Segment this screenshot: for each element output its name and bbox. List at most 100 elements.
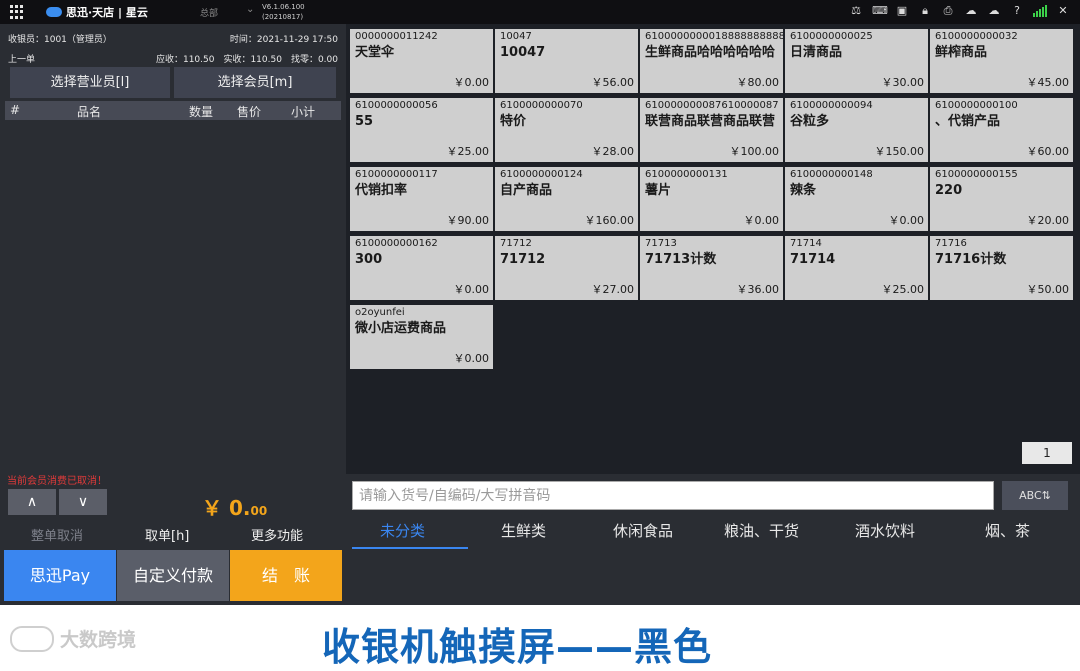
custom-payment-button[interactable]: 自定义付款	[117, 550, 229, 601]
more-functions-button[interactable]: 更多功能	[251, 525, 303, 544]
signal-icon	[1033, 5, 1047, 17]
watermark-text: 大数跨境	[60, 629, 137, 651]
category-tab-grain-oil[interactable]: 粮油、干货	[724, 520, 799, 541]
category-tab-drinks[interactable]: 酒水饮料	[855, 520, 915, 541]
product-code: 6100000000025	[790, 31, 873, 42]
version-info: V6.1.06.100 (20210817)	[262, 2, 305, 22]
product-code: 0000000011242	[355, 31, 438, 42]
last-order-amounts: 应收：110.50 实收：110.50 找零：0.00	[155, 55, 338, 65]
product-price: ￥150.00	[874, 145, 925, 158]
product-price: ￥45.00	[1026, 76, 1070, 89]
product-name: 55	[355, 114, 374, 129]
product-code: 71716	[935, 238, 967, 249]
scroll-up-button[interactable]: ∧	[8, 489, 56, 515]
take-order-button[interactable]: 取单[h]	[145, 525, 189, 544]
product-price: ￥160.00	[584, 214, 635, 227]
product-tile[interactable]: 71714 71714 ￥25.00	[785, 236, 928, 300]
cloud-logo-icon	[46, 7, 62, 17]
product-price: ￥60.00	[1026, 145, 1070, 158]
app-menu-icon[interactable]	[10, 5, 24, 19]
product-price: ￥50.00	[1026, 283, 1070, 296]
cloud-download-icon[interactable]: ☁	[987, 4, 1001, 18]
category-tab-tobacco-tea[interactable]: 烟、茶	[985, 520, 1030, 541]
weight-scale-icon[interactable]: ⚖	[849, 4, 863, 18]
product-tile[interactable]: 610000000001888888888888 生鲜商品哈哈哈哈哈哈 ￥80.00	[640, 29, 783, 93]
product-code: 6100000000032	[935, 31, 1018, 42]
close-icon[interactable]: ✕	[1056, 4, 1070, 18]
cash-drawer-icon[interactable]: ▣	[895, 4, 909, 18]
version-number: V6.1.06.100	[262, 3, 305, 11]
lock-icon[interactable]: 🔒︎	[918, 4, 932, 18]
product-tile[interactable]: 71713 71713计数 ￥36.00	[640, 236, 783, 300]
product-price: ￥0.00	[453, 283, 490, 296]
col-name: 品名	[77, 105, 102, 119]
select-salesperson-button[interactable]: 选择营业员[l]	[10, 67, 170, 98]
product-price: ￥0.00	[888, 214, 925, 227]
keyboard-icon[interactable]: ⌨	[872, 4, 888, 18]
product-tile[interactable]: 6100000000117 代销扣率 ￥90.00	[350, 167, 493, 231]
store-selector[interactable]: 总部	[200, 6, 218, 19]
col-index: #	[10, 103, 21, 117]
product-tile[interactable]: 10047 10047 ￥56.00	[495, 29, 638, 93]
product-tile[interactable]: 6100000000148 辣条 ￥0.00	[785, 167, 928, 231]
product-tile[interactable]: 6100000000032 鲜榨商品 ￥45.00	[930, 29, 1073, 93]
product-tile[interactable]: 6100000000070 特价 ￥28.00	[495, 98, 638, 162]
product-tile[interactable]: 6100000000131 薯片 ￥0.00	[640, 167, 783, 231]
product-name: 代销扣率	[355, 183, 408, 198]
product-code: 6100000000094	[790, 100, 873, 111]
col-price: 售价	[237, 105, 262, 119]
product-tile[interactable]: 6100000000056 55 ￥25.00	[350, 98, 493, 162]
watermark-logo-icon	[10, 625, 54, 652]
product-name: 薯片	[645, 183, 672, 198]
product-code: 610000000087610000087	[645, 100, 779, 111]
product-tile[interactable]: 0000000011242 天堂伞 ￥0.00	[350, 29, 493, 93]
currency-symbol: ￥	[202, 496, 222, 520]
product-tile[interactable]: 6100000000025 日清商品 ￥30.00	[785, 29, 928, 93]
watermark: 大数跨境	[10, 625, 136, 652]
product-code: 10047	[500, 31, 532, 42]
page-indicator[interactable]: 1	[1022, 442, 1072, 464]
product-tile[interactable]: 71716 71716计数 ￥50.00	[930, 236, 1073, 300]
product-tile[interactable]: 6100000000162 300 ￥0.00	[350, 236, 493, 300]
pos-screen: 思迅·天店 | 星云 总部 ⌄ V6.1.06.100 (20210817) ⚖…	[0, 0, 1080, 605]
category-tab-unclassified[interactable]: 未分类	[380, 520, 425, 541]
order-total: ￥ 0.00	[202, 492, 267, 521]
product-tile[interactable]: 71712 71712 ￥27.00	[495, 236, 638, 300]
category-tab-snacks[interactable]: 休闲食品	[613, 520, 673, 541]
time-label: 时间：2021-11-29 17:50	[229, 35, 338, 45]
product-name: 鲜榨商品	[935, 45, 988, 60]
top-bar: 思迅·天店 | 星云 总部 ⌄ V6.1.06.100 (20210817) ⚖…	[0, 0, 1080, 24]
product-tile[interactable]: 610000000087610000087 联营商品联营商品联营 ￥100.00	[640, 98, 783, 162]
cloud-upload-icon[interactable]: ☁	[964, 4, 978, 18]
product-tile[interactable]: 6100000000094 谷粒多 ￥150.00	[785, 98, 928, 162]
category-tab-fresh[interactable]: 生鲜类	[501, 520, 546, 541]
order-table-header: # 品名 数量 售价 小计	[5, 101, 341, 120]
chevron-down-icon[interactable]: ⌄	[246, 4, 254, 15]
product-tile[interactable]: 6100000000100 、代销产品 ￥60.00	[930, 98, 1073, 162]
product-price: ￥0.00	[743, 214, 780, 227]
printer-icon[interactable]: ⎙	[941, 4, 955, 18]
product-name: 300	[355, 252, 383, 267]
product-code: 6100000000148	[790, 169, 873, 180]
product-tile[interactable]: o2oyunfei 微小店运费商品 ￥0.00	[350, 305, 493, 369]
last-order-label: 上一单	[8, 55, 36, 65]
product-price: ￥28.00	[591, 145, 635, 158]
active-tab-underline	[352, 547, 468, 549]
product-price: ￥0.00	[453, 352, 490, 365]
product-name: 日清商品	[790, 45, 843, 60]
product-name: 220	[935, 183, 963, 198]
checkout-button[interactable]: 结 账	[230, 550, 342, 601]
total-decimal: 00	[250, 504, 268, 518]
input-mode-button[interactable]: ABC⇅	[1002, 481, 1068, 510]
product-tile[interactable]: 6100000000155 220 ￥20.00	[930, 167, 1073, 231]
search-input[interactable]: 请输入货号/自编码/大写拼音码	[352, 481, 994, 510]
cashier-label: 收银员：1001（管理员）	[8, 35, 112, 45]
sixun-pay-button[interactable]: 思迅Pay	[4, 550, 116, 601]
product-code: o2oyunfei	[355, 307, 405, 318]
product-tile[interactable]: 6100000000124 自产商品 ￥160.00	[495, 167, 638, 231]
help-icon[interactable]: ?	[1010, 4, 1024, 18]
cancel-order-button[interactable]: 整单取消	[31, 525, 83, 544]
select-member-button[interactable]: 选择会员[m]	[174, 67, 336, 98]
scroll-down-button[interactable]: ∨	[59, 489, 107, 515]
product-price: ￥27.00	[591, 283, 635, 296]
